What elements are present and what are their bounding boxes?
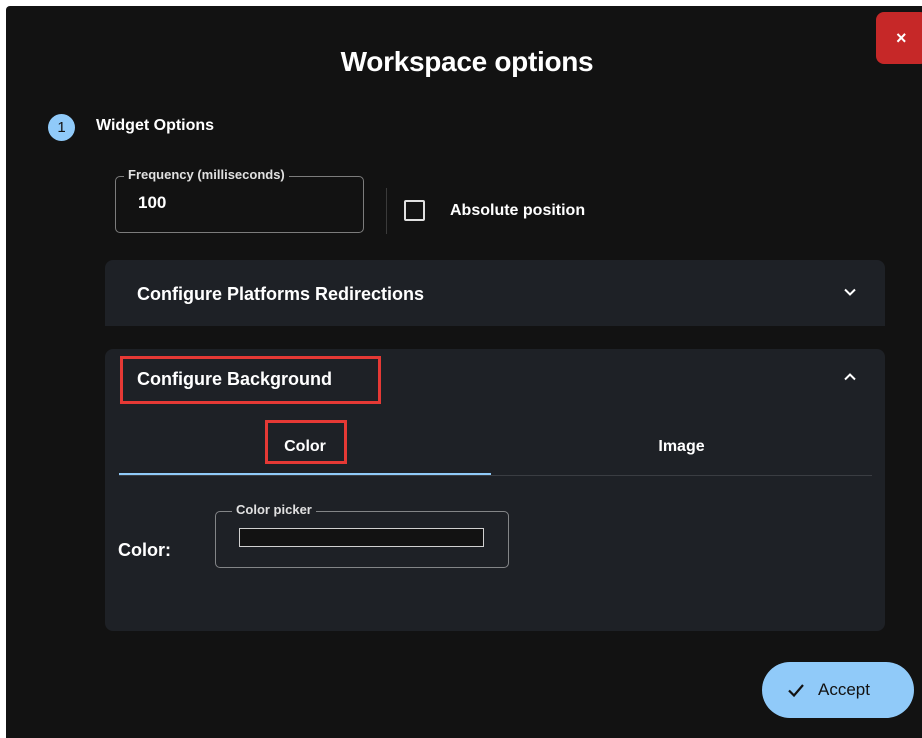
tab-active-indicator [119, 473, 491, 475]
accept-button[interactable]: Accept [762, 662, 914, 718]
color-picker-input[interactable] [239, 528, 484, 547]
accordion-configure-background: Configure Background [105, 349, 885, 631]
color-picker-field: Color picker [215, 502, 509, 568]
accept-label: Accept [818, 680, 870, 699]
check-icon [788, 684, 804, 698]
frequency-field[interactable]: Frequency (milliseconds) 100 [115, 167, 364, 233]
tab-color[interactable]: Color [119, 421, 491, 473]
absolute-position-label[interactable]: Absolute position [450, 202, 585, 220]
tab-image[interactable]: Image [491, 421, 872, 473]
frequency-label: Frequency (milliseconds) [124, 167, 289, 182]
chevron-down-icon[interactable] [843, 285, 857, 299]
absolute-position-checkbox[interactable] [404, 200, 425, 221]
close-icon: × [896, 27, 907, 48]
accordion-platforms-title[interactable]: Configure Platforms Redirections [137, 284, 424, 305]
close-button[interactable]: × [876, 12, 922, 64]
chevron-up-icon[interactable] [843, 370, 857, 384]
step-number-badge: 1 [48, 114, 75, 141]
accordion-platforms-redirections[interactable]: Configure Platforms Redirections [105, 260, 885, 326]
color-picker-label: Color picker [232, 502, 316, 517]
frequency-input[interactable]: 100 [138, 193, 166, 213]
color-label: Color: [118, 540, 171, 560]
tabs-divider [119, 475, 872, 476]
step-label: Widget Options [96, 117, 215, 134]
dialog-title: Workspace options [340, 46, 594, 77]
vertical-divider [386, 188, 387, 234]
accordion-background-title[interactable]: Configure Background [137, 369, 332, 390]
